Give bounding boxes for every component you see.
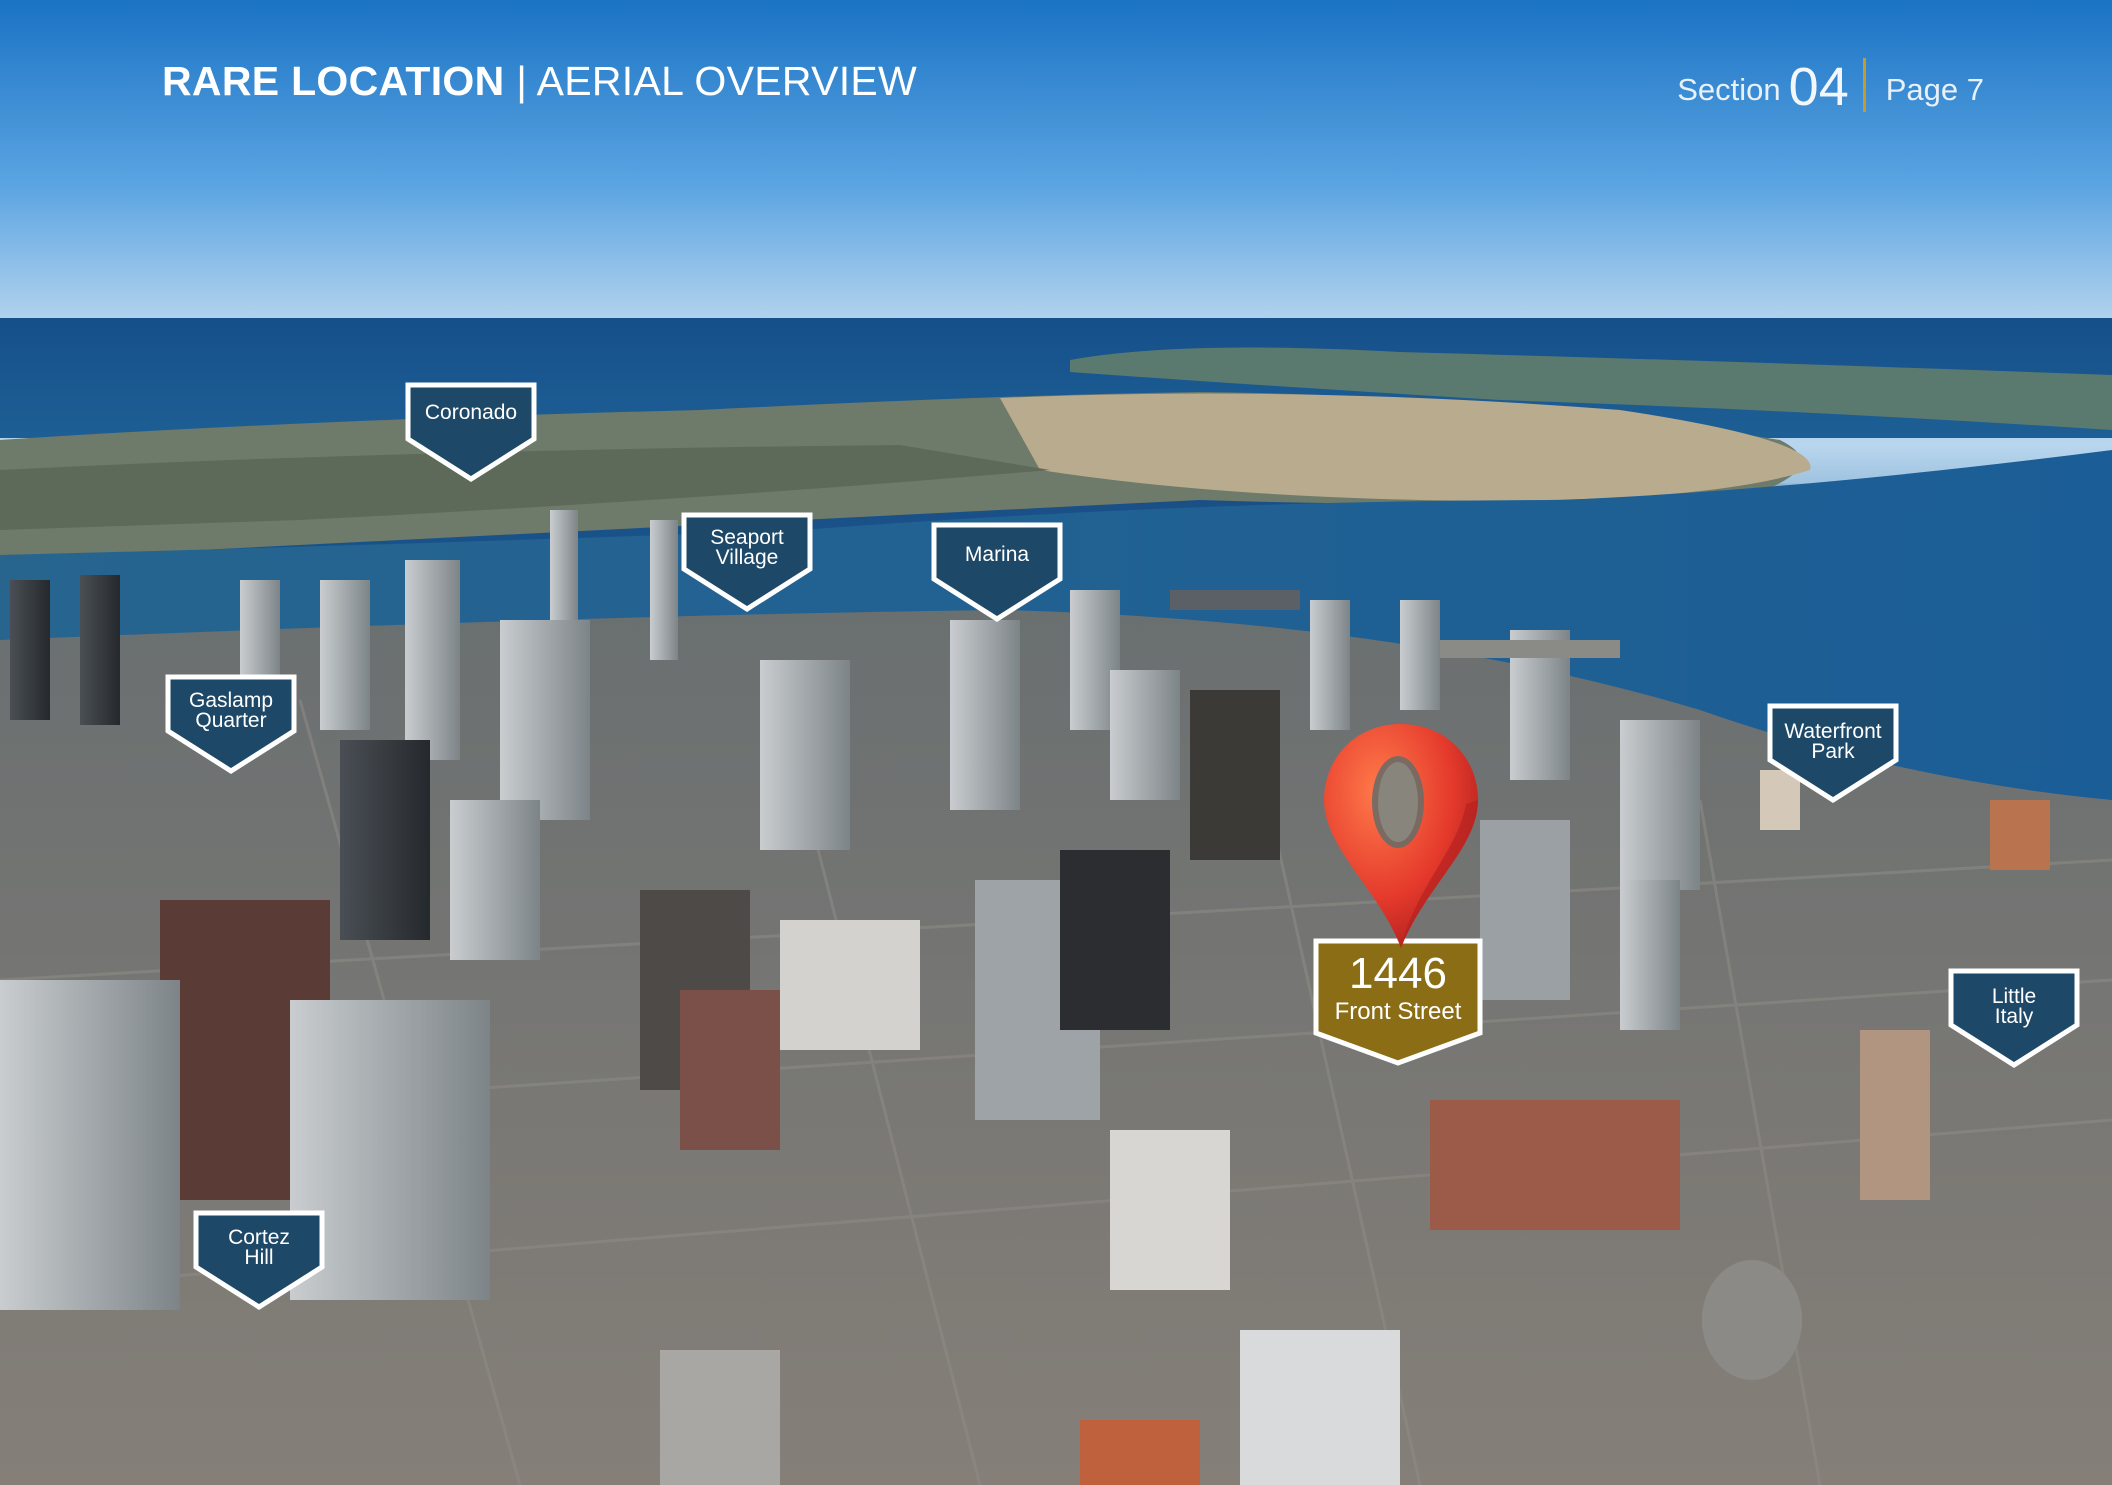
marker-little-italy[interactable]: Little Italy — [1948, 968, 2080, 1068]
marker-label: Little — [1991, 985, 2037, 1008]
marker-label-2: Quarter — [195, 709, 267, 732]
marker-waterfront-park[interactable]: Waterfront Park — [1767, 703, 1899, 803]
marker-seaport-village[interactable]: Seaport Village — [681, 512, 813, 612]
section-nav: Section 04 Page 7 — [1677, 54, 1984, 114]
marker-coronado[interactable]: Coronado — [405, 382, 537, 482]
marker-label: Marina — [964, 543, 1030, 566]
marker-label: Seaport — [710, 526, 784, 549]
section-divider — [1862, 58, 1866, 112]
title-subtitle: AERIAL OVERVIEW — [536, 58, 918, 104]
page-number: Page 7 — [1885, 72, 1984, 107]
marker-label: Cortez — [228, 1226, 290, 1249]
title-bold: RARE LOCATION — [162, 58, 505, 104]
marker-gaslamp-quarter[interactable]: Gaslamp Quarter — [165, 674, 297, 774]
section-label: Section — [1677, 72, 1781, 107]
property-marker[interactable]: 1446 Front Street — [1313, 938, 1483, 1066]
marker-label-2: Village — [715, 546, 779, 569]
map-pin-icon — [1318, 720, 1484, 952]
property-street: Front Street — [1334, 998, 1462, 1025]
marker-label-2: Hill — [244, 1246, 274, 1269]
aerial-overview-page: RARE LOCATION | AERIAL OVERVIEW Section … — [0, 0, 2112, 1485]
marker-label-2: Park — [1811, 740, 1855, 763]
marker-marina[interactable]: Marina — [931, 522, 1063, 622]
marker-label: Coronado — [424, 401, 518, 424]
title-separator: | — [516, 58, 528, 104]
marker-label: Waterfront — [1784, 720, 1882, 743]
marker-label-2: Italy — [1994, 1005, 2034, 1028]
section-number: 04 — [1788, 57, 1849, 117]
marker-cortez-hill[interactable]: Cortez Hill — [193, 1210, 325, 1310]
marker-label: Gaslamp — [188, 689, 274, 712]
property-number: 1446 — [1349, 949, 1447, 998]
page-title: RARE LOCATION | AERIAL OVERVIEW — [162, 58, 917, 105]
